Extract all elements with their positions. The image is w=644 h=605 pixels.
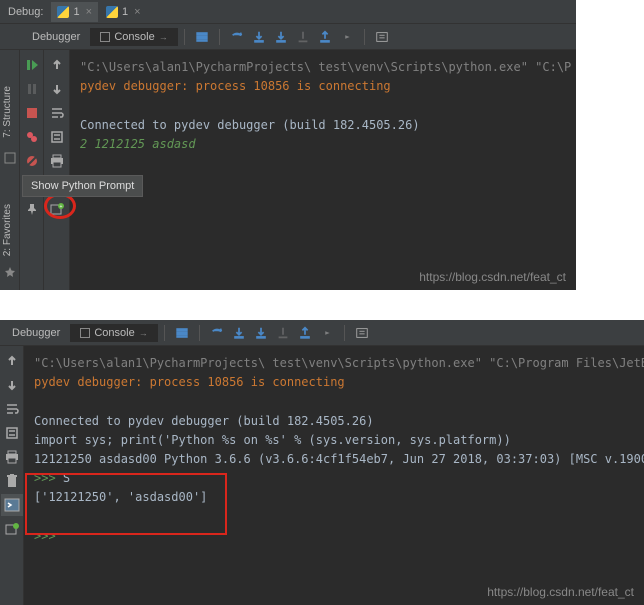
main-area: + "C:\Users\alan1\PycharmProjects\ test\… — [0, 50, 576, 290]
console-line-path: "C:\Users\alan1\PycharmProjects\ test\ve… — [80, 58, 566, 77]
console-output[interactable]: "C:\Users\alan1\PycharmProjects\ test\ve… — [70, 50, 576, 290]
layout-icon[interactable] — [171, 322, 193, 344]
trash-icon[interactable] — [1, 470, 23, 492]
tab-debugger[interactable]: Debugger — [22, 28, 90, 46]
python-icon — [106, 6, 118, 18]
pause-button[interactable] — [21, 78, 43, 100]
console-line-connecting: pydev debugger: process 10856 is connect… — [34, 373, 634, 392]
ide-debug-panel-1: Debug: 1 × 1 × Debugger Console → — [0, 0, 576, 290]
console-tab-label: Console — [94, 327, 134, 339]
force-step-icon[interactable] — [292, 26, 314, 48]
debug-subtabs: Debugger Console → — [0, 24, 576, 50]
console-line-blank — [34, 392, 634, 411]
evaluate-icon[interactable] — [371, 26, 393, 48]
python-icon — [57, 6, 69, 18]
console-line-import: import sys; print('Python %s on %s' % (s… — [34, 431, 634, 450]
show-python-prompt-button[interactable] — [1, 494, 23, 516]
new-console-icon[interactable] — [1, 518, 23, 540]
soft-wrap-icon[interactable] — [1, 398, 23, 420]
prompt: >>> — [34, 471, 56, 485]
user-input: S — [56, 471, 70, 485]
console-line-connecting: pydev debugger: process 10856 is connect… — [80, 77, 566, 96]
separator — [164, 325, 165, 341]
run-config-tab-2[interactable]: 1 × — [100, 2, 147, 22]
force-step-icon[interactable] — [272, 322, 294, 344]
watermark: https://blog.csdn.net/feat_ct — [487, 585, 634, 599]
console-line-blank — [80, 96, 566, 115]
mute-breakpoints-button[interactable] — [21, 150, 43, 172]
layout-icon[interactable] — [191, 26, 213, 48]
scroll-to-end-icon[interactable] — [46, 126, 68, 148]
console-line-blank — [34, 508, 634, 527]
console-tab-label: Console — [114, 31, 154, 43]
view-breakpoints-button[interactable] — [21, 126, 43, 148]
pin-icon: → — [159, 32, 168, 42]
step-into-my-icon[interactable] — [270, 26, 292, 48]
run-config-tab-1[interactable]: 1 × — [51, 2, 98, 22]
step-out-icon[interactable] — [314, 26, 336, 48]
separator — [219, 29, 220, 45]
print-icon[interactable] — [1, 446, 23, 468]
run-to-cursor-icon[interactable] — [336, 26, 358, 48]
ide-debug-panel-2: Debugger Console → — [0, 320, 644, 605]
separator — [364, 29, 365, 45]
separator — [199, 325, 200, 341]
tab-console[interactable]: Console → — [70, 324, 157, 342]
evaluate-icon[interactable] — [351, 322, 373, 344]
close-icon[interactable]: × — [134, 6, 140, 18]
scroll-to-end-icon[interactable] — [1, 422, 23, 444]
stop-button[interactable] — [21, 102, 43, 124]
debug-label: Debug: — [0, 6, 51, 18]
console-output[interactable]: "C:\Users\alan1\PycharmProjects\ test\ve… — [24, 346, 644, 605]
icon-column: + — [44, 50, 70, 290]
up-arrow-icon[interactable] — [46, 54, 68, 76]
separator — [184, 29, 185, 45]
console-line-connected: Connected to pydev debugger (build 182.4… — [34, 412, 634, 431]
step-into-icon[interactable] — [248, 26, 270, 48]
step-into-icon[interactable] — [228, 322, 250, 344]
resume-button[interactable] — [21, 54, 43, 76]
console-line-input: 2 1212125 asdasd — [80, 135, 566, 154]
down-arrow-icon[interactable] — [46, 78, 68, 100]
step-into-my-icon[interactable] — [250, 322, 272, 344]
console-icon — [100, 32, 110, 42]
prompt: >>> — [34, 529, 56, 543]
tab-debugger[interactable]: Debugger — [2, 324, 70, 342]
step-over-icon[interactable] — [206, 322, 228, 344]
console-prompt-line: >>> — [34, 527, 634, 546]
console-icon — [80, 328, 90, 338]
tab-label: 1 — [73, 6, 79, 18]
down-arrow-icon[interactable] — [1, 374, 23, 396]
svg-text:+: + — [59, 204, 62, 210]
tab-console[interactable]: Console → — [90, 28, 177, 46]
run-to-cursor-icon[interactable] — [316, 322, 338, 344]
main-area: "C:\Users\alan1\PycharmProjects\ test\ve… — [0, 346, 644, 605]
console-line-version: 12121250 asdasd00 Python 3.6.6 (v3.6.6:4… — [34, 450, 634, 469]
icon-column — [0, 346, 24, 605]
step-over-icon[interactable] — [226, 26, 248, 48]
console-line-path: "C:\Users\alan1\PycharmProjects\ test\ve… — [34, 354, 634, 373]
watermark: https://blog.csdn.net/feat_ct — [419, 270, 566, 284]
soft-wrap-icon[interactable] — [46, 102, 68, 124]
debug-subtabs: Debugger Console → — [0, 320, 644, 346]
console-line-result: ['12121250', 'asdasd00'] — [34, 488, 634, 507]
pin-icon: → — [139, 328, 148, 338]
step-out-icon[interactable] — [294, 322, 316, 344]
top-bar: Debug: 1 × 1 × — [0, 0, 576, 24]
print-icon[interactable] — [46, 150, 68, 172]
new-console-icon[interactable]: + — [46, 198, 68, 220]
console-line-connected: Connected to pydev debugger (build 182.4… — [80, 116, 566, 135]
pin-button[interactable] — [21, 198, 43, 220]
action-column — [20, 50, 44, 290]
separator — [344, 325, 345, 341]
close-icon[interactable]: × — [86, 6, 92, 18]
console-prompt-line: >>> S — [34, 469, 634, 488]
up-arrow-icon[interactable] — [1, 350, 23, 372]
tooltip: Show Python Prompt — [22, 175, 143, 197]
tab-label: 1 — [122, 6, 128, 18]
